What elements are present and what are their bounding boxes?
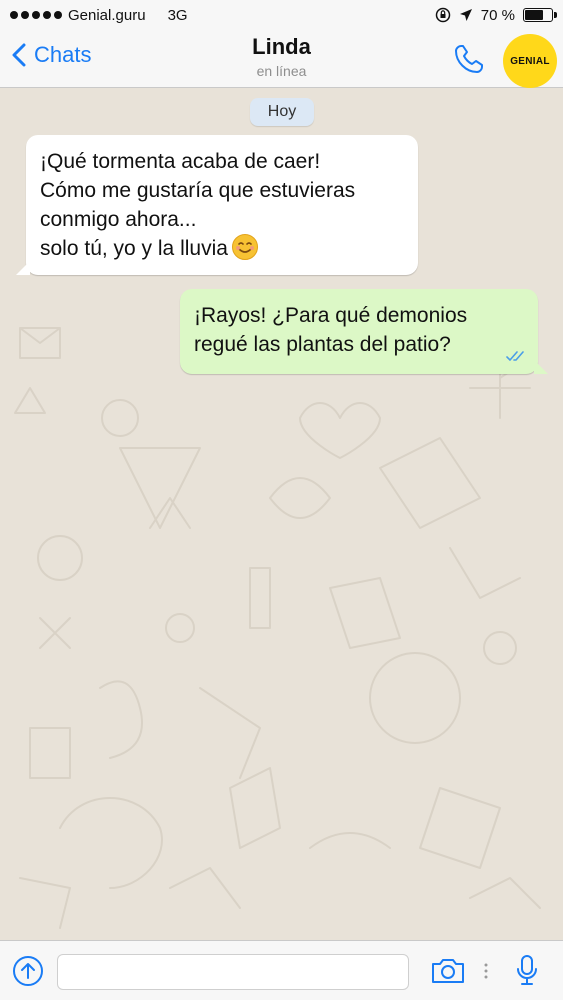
- microphone-icon: [517, 955, 537, 985]
- message-line: ¡Qué tormenta acaba de caer!: [40, 150, 321, 173]
- genial-logo: GENIAL: [503, 34, 557, 88]
- network-type: 3G: [167, 6, 188, 24]
- battery-percent: 70 %: [480, 6, 515, 24]
- attach-button[interactable]: [12, 955, 44, 992]
- voice-message-button[interactable]: [515, 954, 539, 993]
- message-line: solo tú, yo y la lluvia: [40, 237, 228, 260]
- orientation-lock-icon: [435, 7, 451, 23]
- message-text-input[interactable]: [57, 954, 409, 990]
- camera-button[interactable]: [430, 957, 466, 990]
- message-line: ¡Rayos! ¿Para qué demonios: [194, 304, 468, 327]
- battery-level: [525, 10, 544, 20]
- message-line-with-emoji: solo tú, yo y la lluvia: [40, 234, 404, 263]
- carrier-name: Genial.guru: [68, 6, 146, 24]
- double-check-read-icon: [506, 351, 524, 361]
- call-button[interactable]: [452, 42, 486, 81]
- signal-strength-icon: [10, 11, 62, 19]
- phone-icon: [455, 45, 483, 73]
- incoming-message[interactable]: ¡Qué tormenta acaba de caer! Cómo me gus…: [16, 135, 418, 275]
- message-line: regué las plantas del patio?: [194, 333, 451, 356]
- location-arrow-icon: [459, 9, 472, 21]
- attach-icon: [13, 956, 43, 986]
- message-input-bar: [0, 940, 563, 1000]
- status-bar: Genial.guru 3G 70 %: [0, 0, 563, 30]
- date-separator: Hoy: [250, 98, 314, 126]
- chat-header: Chats Linda en línea GENIAL: [0, 30, 563, 88]
- logo-text: GENIAL: [510, 55, 550, 67]
- camera-icon: [432, 959, 464, 983]
- date-label: Hoy: [267, 103, 297, 120]
- separator-dots-icon: [484, 963, 488, 979]
- outgoing-message[interactable]: ¡Rayos! ¿Para qué demonios regué las pla…: [180, 289, 548, 374]
- chat-area[interactable]: Hoy ¡Qué tormenta acaba de caer! Cómo me…: [0, 88, 563, 940]
- smiling-face-emoji-icon: [231, 234, 258, 260]
- message-line: Cómo me gustaría que estuvieras: [40, 179, 356, 202]
- battery-icon: [523, 8, 557, 22]
- message-line: conmigo ahora...: [40, 208, 197, 231]
